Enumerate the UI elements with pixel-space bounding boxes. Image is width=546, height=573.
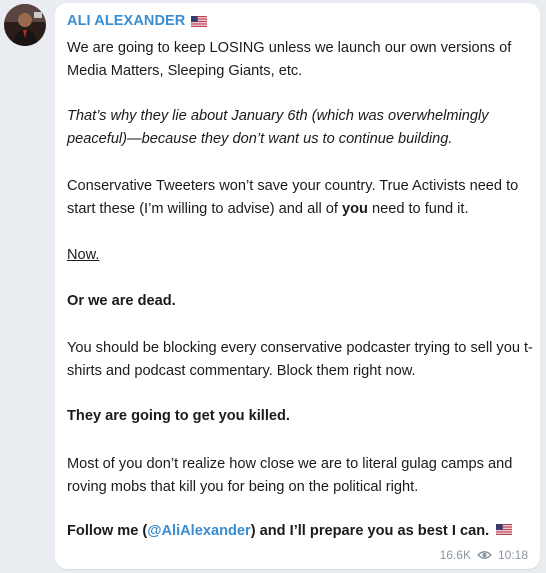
mention-link[interactable]: @AliAlexander — [147, 523, 250, 539]
message-meta: 16.6K 10:18 — [440, 548, 528, 562]
message-paragraph-6: You should be blocking every conservativ… — [67, 340, 533, 379]
view-count: 16.6K — [439, 548, 471, 562]
us-flag-icon — [191, 15, 208, 27]
paragraph-9-text-end: ) and I’ll prepare you as best I can. — [250, 523, 490, 539]
paragraph-9-text-start: Follow me ( — [67, 523, 148, 539]
message-paragraph-2: That’s why they lie about January 6th (w… — [67, 108, 489, 147]
message-bubble: ALI ALEXANDER We are going to keep LOSIN… — [55, 3, 540, 569]
message-paragraph-3: Conservative Tweeters won’t save your co… — [67, 175, 537, 221]
message-paragraph-9: Follow me (@AliAlexander) and I’ll prepa… — [67, 520, 537, 543]
eye-icon — [477, 551, 492, 559]
message-paragraph-dead: Or we are dead. — [67, 293, 176, 309]
message-paragraph-8: Most of you don’t realize how close we a… — [67, 456, 513, 495]
message-paragraph-now: Now. — [67, 247, 100, 263]
avatar-image — [4, 4, 46, 46]
sender-name-row[interactable]: ALI ALEXANDER — [67, 13, 208, 29]
message-time: 10:18 — [497, 548, 528, 562]
us-flag-icon — [496, 524, 513, 536]
message-paragraph-7: They are going to get you killed. — [67, 408, 290, 424]
paragraph-3-text-end: need to fund it. — [367, 200, 469, 217]
sender-name[interactable]: ALI ALEXANDER — [67, 13, 185, 29]
avatar[interactable] — [4, 4, 46, 46]
message-paragraph-1: We are going to keep LOSING unless we la… — [67, 40, 512, 79]
paragraph-3-bold-you: you — [341, 200, 368, 217]
